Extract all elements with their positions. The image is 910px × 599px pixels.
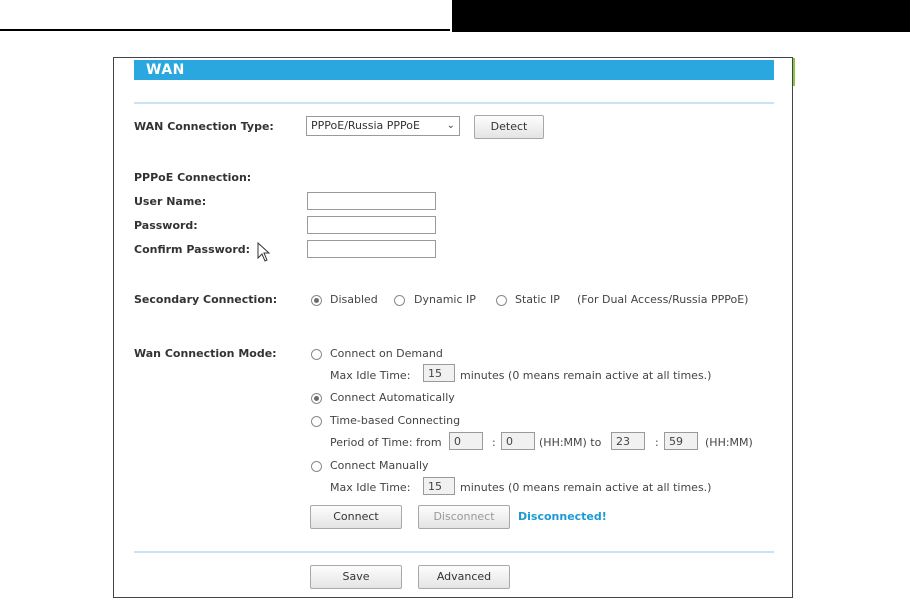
hhmm-label: (HH:MM) bbox=[705, 436, 753, 449]
confirm-password-input[interactable] bbox=[307, 240, 436, 258]
connect-manually-label: Connect Manually bbox=[330, 459, 429, 472]
save-button[interactable]: Save bbox=[310, 565, 402, 589]
header-bar bbox=[452, 0, 910, 32]
from-hh-input[interactable] bbox=[449, 432, 483, 450]
radio-time-based[interactable] bbox=[311, 416, 322, 427]
wan-type-select[interactable]: PPPoE/Russia PPPoE ⌄ bbox=[306, 116, 460, 136]
connect-automatically-label: Connect Automatically bbox=[330, 391, 455, 404]
confirm-password-label: Confirm Password: bbox=[134, 243, 251, 256]
username-label: User Name: bbox=[134, 195, 207, 208]
max-idle-label-1: Max Idle Time: bbox=[330, 369, 411, 382]
password-label: Password: bbox=[134, 219, 198, 232]
mode-label: Wan Connection Mode: bbox=[134, 347, 277, 360]
minutes-note-2: minutes (0 means remain active at all ti… bbox=[460, 481, 712, 494]
secondary-option-disabled: Disabled bbox=[330, 293, 378, 306]
divider-top bbox=[134, 102, 774, 104]
advanced-button[interactable]: Advanced bbox=[418, 565, 510, 589]
max-idle-input-1[interactable] bbox=[423, 364, 455, 382]
header-line bbox=[0, 29, 450, 31]
mouse-cursor-icon bbox=[257, 242, 271, 262]
username-input[interactable] bbox=[307, 192, 436, 210]
connect-on-demand-label: Connect on Demand bbox=[330, 347, 443, 360]
wan-type-value: PPPoE/Russia PPPoE bbox=[311, 119, 420, 132]
period-label: Period of Time: from bbox=[330, 436, 442, 449]
time-based-label: Time-based Connecting bbox=[330, 414, 461, 427]
detect-button[interactable]: Detect bbox=[474, 115, 544, 139]
radio-secondary-disabled[interactable] bbox=[311, 295, 322, 306]
radio-secondary-dynamic[interactable] bbox=[394, 295, 405, 306]
radio-secondary-static[interactable] bbox=[496, 295, 507, 306]
wan-type-label: WAN Connection Type: bbox=[134, 120, 274, 133]
secondary-option-static: Static IP bbox=[515, 293, 560, 306]
to-separator: : bbox=[655, 436, 659, 449]
radio-connect-on-demand[interactable] bbox=[311, 349, 322, 360]
secondary-option-dynamic: Dynamic IP bbox=[414, 293, 476, 306]
radio-connect-manually[interactable] bbox=[311, 461, 322, 472]
password-input[interactable] bbox=[307, 216, 436, 234]
pppoe-heading: PPPoE Connection: bbox=[134, 171, 252, 184]
title-bar: WAN bbox=[134, 60, 774, 80]
secondary-label: Secondary Connection: bbox=[134, 293, 278, 306]
from-separator: : bbox=[492, 436, 496, 449]
secondary-note: (For Dual Access/Russia PPPoE) bbox=[577, 293, 749, 306]
max-idle-label-2: Max Idle Time: bbox=[330, 481, 411, 494]
wan-panel: WAN WAN Connection Type: PPPoE/Russia PP… bbox=[113, 57, 793, 598]
connect-button[interactable]: Connect bbox=[310, 505, 402, 529]
radio-connect-automatically[interactable] bbox=[311, 393, 322, 404]
hhmm-to-label: (HH:MM) to bbox=[539, 436, 602, 449]
chevron-down-icon: ⌄ bbox=[446, 120, 455, 131]
minutes-note-1: minutes (0 means remain active at all ti… bbox=[460, 369, 712, 382]
connection-status: Disconnected! bbox=[518, 510, 607, 523]
disconnect-button[interactable]: Disconnect bbox=[418, 505, 510, 529]
max-idle-input-2[interactable] bbox=[423, 477, 455, 495]
page-title: WAN bbox=[146, 62, 185, 78]
from-mm-input[interactable] bbox=[501, 432, 535, 450]
to-mm-input[interactable] bbox=[664, 432, 698, 450]
to-hh-input[interactable] bbox=[611, 432, 645, 450]
divider-bottom bbox=[134, 551, 774, 553]
